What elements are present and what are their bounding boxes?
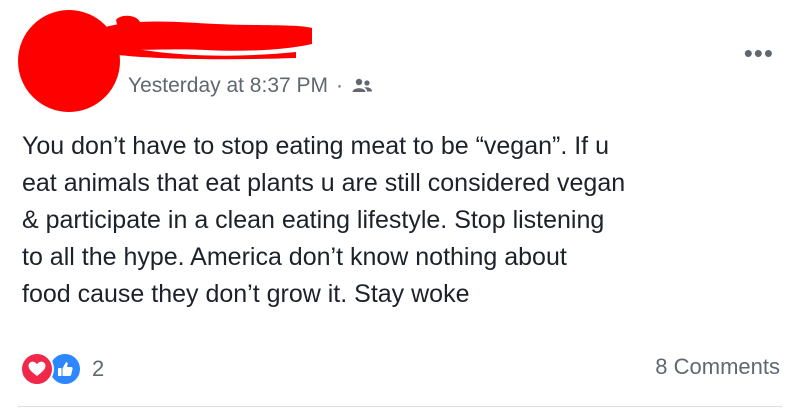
post-meta: Yesterday at 8:37 PM · bbox=[128, 74, 373, 98]
redacted-author-name bbox=[102, 15, 312, 60]
comments-count-link[interactable]: 8 Comments bbox=[655, 354, 780, 380]
love-reaction-icon bbox=[20, 352, 54, 386]
footer-divider bbox=[18, 406, 782, 407]
reaction-count: 2 bbox=[92, 356, 105, 381]
friends-icon[interactable] bbox=[351, 77, 373, 95]
more-options-icon[interactable]: ••• bbox=[744, 38, 774, 69]
post-text: You don’t have to stop eating meat to be… bbox=[22, 132, 626, 308]
post-timestamp[interactable]: Yesterday at 8:37 PM bbox=[128, 74, 328, 98]
meta-separator: · bbox=[336, 74, 344, 97]
reactions-summary[interactable]: 2 bbox=[20, 352, 104, 386]
facebook-post: Yesterday at 8:37 PM · ••• You don’t hav… bbox=[0, 0, 800, 420]
